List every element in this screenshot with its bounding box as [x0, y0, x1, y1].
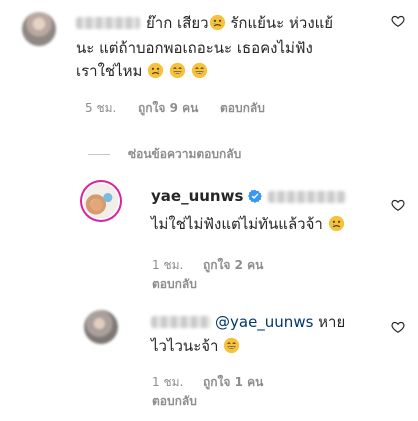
replies-divider-line	[88, 154, 110, 155]
sad-face-emoji	[148, 62, 164, 79]
like-heart-icon[interactable]	[391, 14, 405, 28]
reply-reply-button[interactable]: ตอบกลับ	[152, 277, 197, 291]
reply-extra-blurred	[268, 191, 346, 203]
reply2-mention[interactable]: @yae_uunws	[215, 313, 313, 331]
sad-face-emoji	[328, 215, 344, 232]
comment-text-line-2: นะ แต่ถ้าบอกพอเถอะนะ เธอคงไม่ฟัง	[76, 39, 313, 57]
reply-author-username[interactable]: yae_uunws	[151, 187, 243, 205]
reply-text: ไม่ใช่ไม่ฟังแต่ไม่ทันแล้วจ้า	[151, 214, 345, 234]
comment-likes[interactable]: ถูกใจ 9 คน	[138, 101, 198, 115]
sad-face-emoji	[209, 14, 225, 31]
verified-badge-icon	[248, 189, 263, 203]
grinning-face-emoji	[169, 62, 186, 79]
comment-text-line-1: ย๊าก เสียว รักแย้นะ ห่วงแย้	[146, 14, 334, 32]
reply-author-line: yae_uunws	[151, 186, 263, 206]
reply2-likes[interactable]: ถูกใจ 1 คน	[203, 375, 263, 389]
reply2-reply-button[interactable]: ตอบกลับ	[152, 394, 197, 408]
reply2-text-line-1: @yae_uunws หาย	[215, 313, 346, 331]
commenter-avatar[interactable]	[22, 12, 56, 46]
reply-meta: 1 ชม. ถูกใจ 2 คน	[152, 258, 263, 272]
reply-author-avatar[interactable]	[84, 184, 118, 218]
comment-meta: 5 ชม. ถูกใจ 9 คน ตอบกลับ	[85, 101, 265, 115]
comment-text-line-3: เราใช่ไหม	[76, 61, 208, 81]
reply2-meta: 1 ชม. ถูกใจ 1 คน	[152, 375, 263, 389]
grinning-face-emoji	[224, 337, 240, 354]
like-heart-icon[interactable]	[391, 320, 405, 334]
reply2-text-line-2: ไวไวนะจ้า	[151, 336, 240, 356]
reply2-username-blurred[interactable]	[151, 316, 211, 328]
comment-time: 5 ชม.	[85, 101, 117, 115]
like-heart-icon[interactable]	[391, 198, 405, 212]
reply-time: 1 ชม.	[152, 258, 184, 272]
reply2-author-avatar[interactable]	[84, 310, 118, 344]
reply2-time: 1 ชม.	[152, 375, 184, 389]
reply-likes[interactable]: ถูกใจ 2 คน	[203, 258, 263, 272]
grinning-face-emoji	[191, 62, 207, 79]
commenter-username-blurred[interactable]	[76, 17, 140, 29]
comment-reply-button[interactable]: ตอบกลับ	[220, 101, 265, 115]
hide-replies-button[interactable]: ซ่อนข้อความตอบกลับ	[128, 147, 241, 161]
